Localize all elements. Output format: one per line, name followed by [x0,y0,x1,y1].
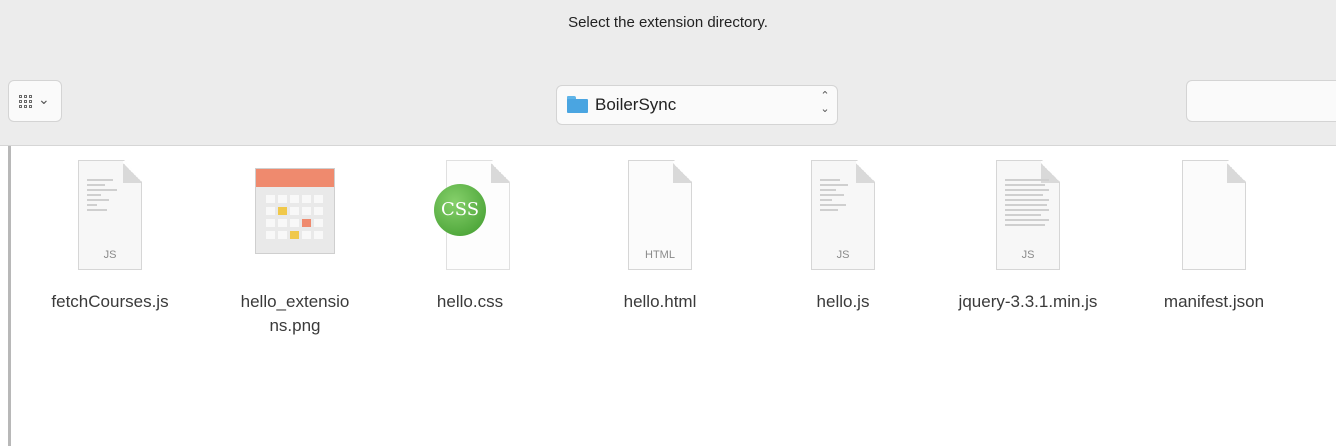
folder-icon [567,96,588,113]
file-name: hello.html [623,292,697,311]
js-file-icon: JS [70,156,150,274]
css-badge: CSS [434,184,486,236]
file-item[interactable]: CSS hello.css [380,156,560,406]
css-file-icon: CSS [430,156,510,274]
dialog-title: Select the extension directory. [568,14,768,31]
js-file-icon: JS [803,156,883,274]
json-file-icon [1174,156,1254,274]
file-item[interactable]: JS jquery-3.3.1.min.js [938,156,1118,406]
up-down-chevron-icon: ⌃ ⌄ [820,90,830,115]
file-item[interactable]: JS hello.js [753,156,933,406]
file-ext-label: JS [1021,249,1035,261]
location-popup[interactable]: BoilerSync ⌃ ⌄ [556,85,838,125]
icon-view-grid-icon [19,95,33,108]
html-file-icon: HTML [620,156,700,274]
file-ext-label: JS [103,249,117,261]
dialog-toolbar: Select the extension directory. ⌄ Boiler… [0,0,1336,146]
file-item[interactable]: manifest.json [1124,156,1304,406]
file-name: hello.css [436,292,504,311]
js-file-icon: JS [988,156,1068,274]
file-item[interactable]: JS fetchCourses.js [20,156,200,406]
chevron-down-icon: ⌄ [38,91,50,107]
search-input[interactable] [1186,80,1336,122]
file-ext-label: JS [836,249,850,261]
file-name: fetchCourses.js [51,292,169,311]
image-file-icon [255,156,335,274]
location-label: BoilerSync [595,95,677,114]
file-name: manifest.json [1163,292,1265,311]
view-mode-button[interactable]: ⌄ [8,80,62,122]
file-name: hello_extensions.png [240,292,350,335]
file-browser: JS fetchCourses.js hello_extensions.png … [0,146,1336,446]
file-ext-label: HTML [645,249,675,261]
file-name: hello.js [816,292,870,311]
file-item[interactable]: hello_extensions.png [205,156,385,406]
sidebar-edge [8,146,11,446]
file-name: jquery-3.3.1.min.js [958,292,1098,311]
file-item[interactable]: HTML hello.html [570,156,750,406]
